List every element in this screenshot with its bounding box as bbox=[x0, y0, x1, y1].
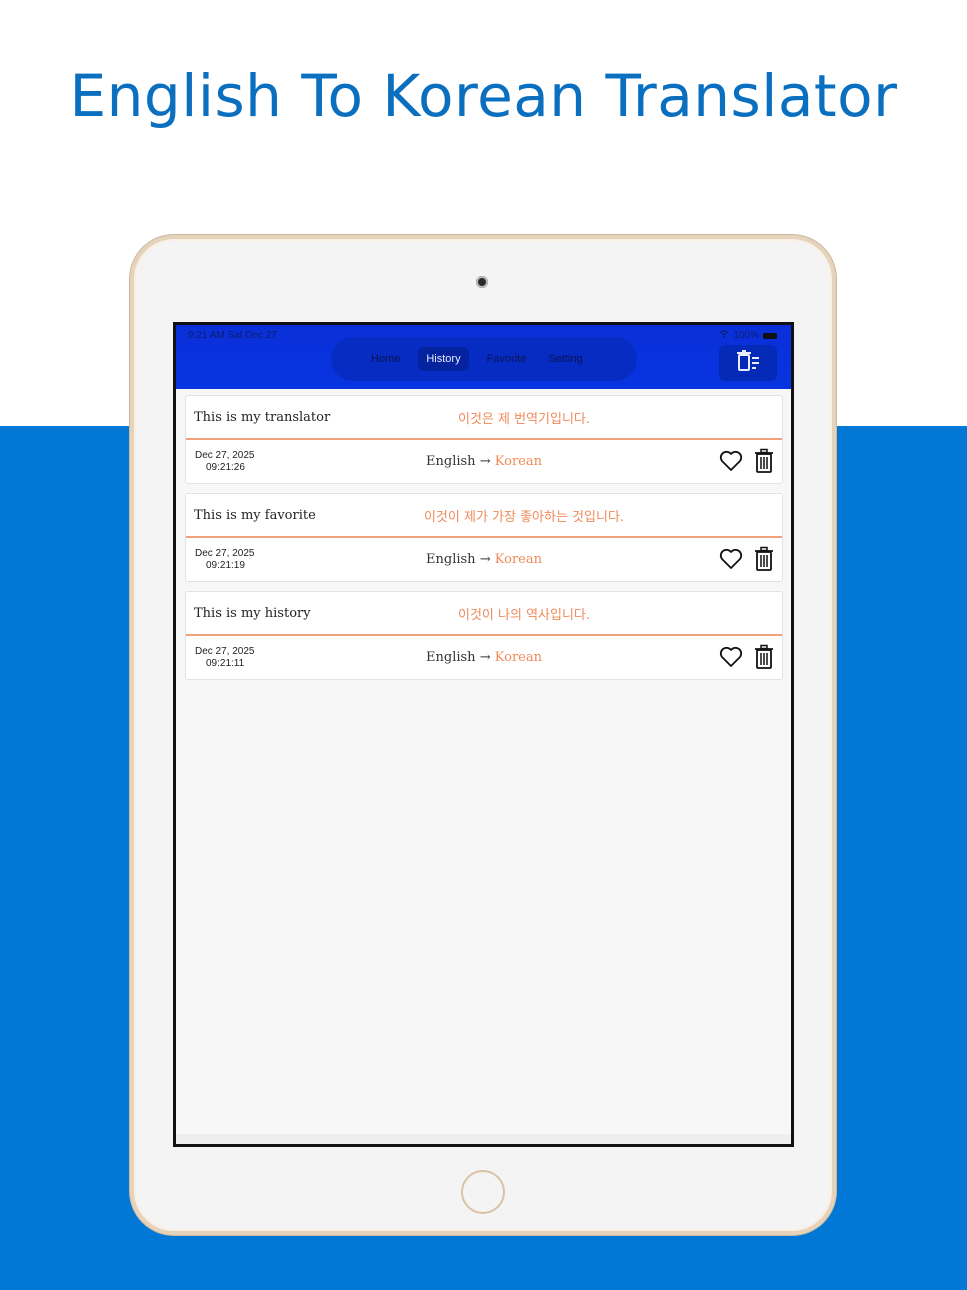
language-pair: English → Korean bbox=[186, 650, 782, 665]
tab-history[interactable]: History bbox=[418, 347, 469, 371]
camera-icon bbox=[476, 276, 488, 288]
status-indicators: 100% bbox=[719, 330, 777, 341]
top-bar: 9:21 AM Sat Dec 27 100% Home History Fav… bbox=[176, 325, 791, 389]
arrow-text: → bbox=[479, 650, 491, 665]
heart-icon bbox=[719, 646, 743, 673]
page-title: English To Korean Translator bbox=[69, 62, 898, 130]
translated-text: 이것은 제 번역기입니다. bbox=[458, 411, 590, 427]
tab-setting[interactable]: Setting bbox=[540, 347, 590, 371]
language-pair: English → Korean bbox=[186, 454, 782, 469]
tab-home[interactable]: Home bbox=[363, 347, 408, 371]
delete-button[interactable] bbox=[752, 448, 776, 479]
source-language: English bbox=[426, 552, 476, 567]
target-language: Korean bbox=[494, 454, 542, 469]
favorite-button[interactable] bbox=[719, 450, 743, 476]
source-language: English bbox=[426, 650, 476, 665]
status-time: 9:21 AM Sat Dec 27 bbox=[188, 330, 277, 341]
battery-icon bbox=[763, 332, 777, 339]
tab-bar: Home History Favorite Setting bbox=[331, 337, 637, 381]
heart-icon bbox=[719, 548, 743, 575]
arrow-text: → bbox=[479, 552, 491, 567]
arrow-text: → bbox=[479, 454, 491, 469]
app-screen: 9:21 AM Sat Dec 27 100% Home History Fav… bbox=[173, 322, 794, 1147]
translated-text: 이것이 나의 역사입니다. bbox=[458, 607, 590, 623]
battery-percent: 100% bbox=[733, 330, 759, 341]
heart-icon bbox=[719, 450, 743, 477]
tab-favorite[interactable]: Favorite bbox=[479, 347, 535, 371]
favorite-button[interactable] bbox=[719, 646, 743, 672]
clear-history-button[interactable] bbox=[719, 345, 777, 381]
delete-button[interactable] bbox=[752, 546, 776, 577]
home-button[interactable] bbox=[461, 1170, 505, 1214]
trash-icon bbox=[754, 644, 774, 675]
target-language: Korean bbox=[494, 650, 542, 665]
language-pair: English → Korean bbox=[186, 552, 782, 567]
bottom-strip bbox=[176, 1134, 791, 1144]
favorite-button[interactable] bbox=[719, 548, 743, 574]
translated-text: 이것이 제가 가장 좋아하는 것입니다. bbox=[423, 509, 625, 525]
delete-button[interactable] bbox=[752, 644, 776, 675]
trash-icon bbox=[754, 448, 774, 479]
history-item[interactable]: This is my history 이것이 나의 역사입니다. Dec 27,… bbox=[185, 591, 783, 680]
clear-history-icon bbox=[735, 348, 761, 379]
source-language: English bbox=[426, 454, 476, 469]
history-item[interactable]: This is my favorite 이것이 제가 가장 좋아하는 것입니다.… bbox=[185, 493, 783, 582]
history-item[interactable]: This is my translator 이것은 제 번역기입니다. Dec … bbox=[185, 395, 783, 484]
target-language: Korean bbox=[494, 552, 542, 567]
history-list: This is my translator 이것은 제 번역기입니다. Dec … bbox=[185, 395, 783, 689]
wifi-icon bbox=[719, 330, 729, 341]
trash-icon bbox=[754, 546, 774, 577]
